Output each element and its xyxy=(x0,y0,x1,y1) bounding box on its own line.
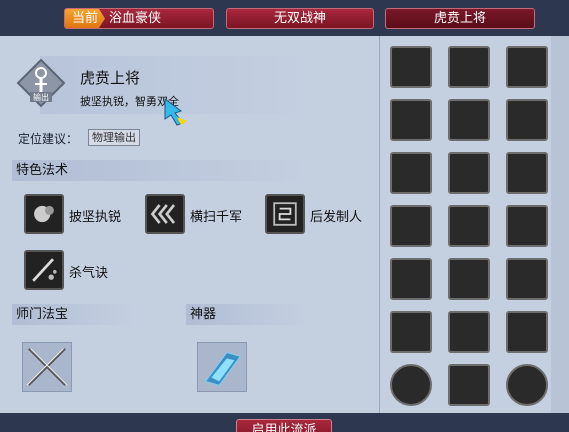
scroll-icon[interactable] xyxy=(506,311,548,353)
tab-yuxue-haoxia[interactable]: 当前 浴血豪侠 xyxy=(64,8,214,29)
running-figure-icon[interactable] xyxy=(448,258,490,300)
skull-fist-icon[interactable] xyxy=(390,205,432,247)
position-label: 定位建议： xyxy=(18,132,79,146)
swirl-icon[interactable] xyxy=(506,46,548,88)
crossed-swords-icon[interactable] xyxy=(22,342,72,392)
sect-treasure-header: 师门法宝 xyxy=(12,304,134,325)
dash-arrow-icon[interactable] xyxy=(506,152,548,194)
skill-label: 杀气诀 xyxy=(69,266,109,281)
broken-heart-icon[interactable] xyxy=(448,152,490,194)
blade-cross-icon[interactable] xyxy=(448,99,490,141)
burst-icon[interactable] xyxy=(390,46,432,88)
skill-label: 后发制人 xyxy=(310,210,363,225)
triple-chevron-icon xyxy=(145,194,185,234)
hand-swirl-icon[interactable] xyxy=(506,205,548,247)
role-icon-label: 输出 xyxy=(33,92,49,102)
figures-icon[interactable] xyxy=(448,205,490,247)
top-tab-bar: 当前 浴血豪侠 无双战神 虎贲上将 xyxy=(0,0,569,36)
current-badge: 当前 xyxy=(65,9,105,28)
counter-rune-icon xyxy=(265,194,305,234)
spiral-orb-icon[interactable] xyxy=(506,364,548,406)
skill-shaqi-jue[interactable]: 杀气诀 xyxy=(24,250,134,290)
falling-sword-icon[interactable] xyxy=(390,311,432,353)
dagger-rain-icon[interactable] xyxy=(390,258,432,300)
school-detail-panel: 输出 虎贲上将 披坚执锐，智勇双全 定位建议： 物理输出 特色法术 披坚执锐 横… xyxy=(0,36,379,413)
crystal-blade-icon[interactable] xyxy=(197,342,247,392)
special-skills-header: 特色法术 xyxy=(12,160,304,181)
triple-chevron-icon[interactable] xyxy=(448,364,490,406)
skill-icon-grid xyxy=(379,36,551,413)
right-panel-edge xyxy=(551,36,569,413)
armor-fist-icon xyxy=(24,194,64,234)
cracked-heart-icon[interactable] xyxy=(506,258,548,300)
artifact-header: 神器 xyxy=(186,304,306,325)
sword-aura-icon xyxy=(24,250,64,290)
tab-wushuang-zhanshen[interactable]: 无双战神 xyxy=(226,8,374,29)
skill-label: 横扫千军 xyxy=(190,210,243,225)
tab-label: 无双战神 xyxy=(273,11,326,26)
slash-arc-icon[interactable] xyxy=(390,152,432,194)
skill-label: 披坚执锐 xyxy=(69,210,122,225)
role-title: 虎贲上将 xyxy=(80,69,141,87)
output-role-icon: 输出 xyxy=(16,58,66,108)
position-value: 物理输出 xyxy=(88,129,140,146)
spiral-orb-icon[interactable] xyxy=(390,364,432,406)
bottom-bar: 启用此流派 xyxy=(0,413,569,432)
tab-label: 浴血豪侠 xyxy=(109,11,162,26)
yong-seal-icon[interactable] xyxy=(448,311,490,353)
skill-hengsao-qianjun[interactable]: 横扫千军 xyxy=(145,194,255,234)
skill-houfa-zhiren[interactable]: 后发制人 xyxy=(265,194,375,234)
tab-huben-shangjiang[interactable]: 虎贲上将 xyxy=(385,8,535,29)
claw-slash-icon[interactable] xyxy=(506,99,548,141)
skill-pijian-zhirui[interactable]: 披坚执锐 xyxy=(24,194,134,234)
apply-school-button[interactable]: 启用此流派 xyxy=(236,419,332,432)
mouse-cursor-icon xyxy=(164,98,187,126)
spark-figure-icon[interactable] xyxy=(390,99,432,141)
kneel-figure-icon[interactable] xyxy=(448,46,490,88)
tab-label: 虎贲上将 xyxy=(433,11,486,26)
